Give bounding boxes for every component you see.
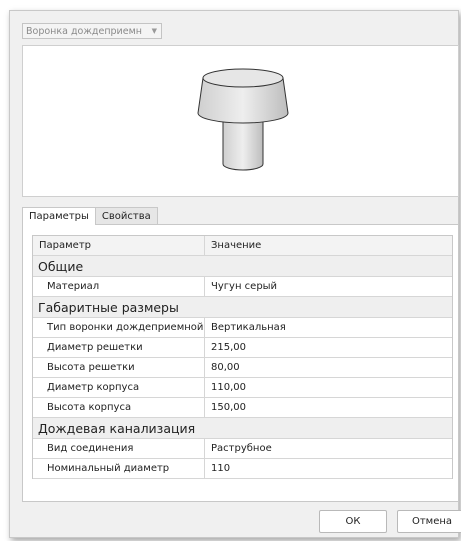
group-dimensions[interactable]: Габаритные размеры	[33, 297, 452, 318]
param-name: Номинальный диаметр	[33, 459, 205, 478]
table-row[interactable]: Высота решетки 80,00	[33, 358, 452, 378]
group-label: Дождевая канализация	[38, 420, 196, 436]
param-value[interactable]: 215,00	[205, 338, 452, 357]
table-row[interactable]: Высота корпуса 150,00	[33, 398, 452, 418]
group-label: Общие	[38, 258, 84, 274]
table-row[interactable]: Материал Чугун серый	[33, 277, 452, 297]
param-name: Вид соединения	[33, 439, 205, 458]
model-preview[interactable]	[22, 45, 459, 197]
group-general[interactable]: Общие	[33, 256, 452, 277]
table-row[interactable]: Номинальный диаметр 110	[33, 459, 452, 479]
tab-properties[interactable]: Свойства	[94, 207, 158, 224]
column-header-value[interactable]: Значение	[205, 236, 452, 255]
tab-bar: Параметры Свойства	[22, 207, 158, 225]
family-type-dropdown[interactable]: Воронка дождеприемн ▼	[22, 23, 162, 39]
param-value[interactable]: Чугун серый	[205, 277, 452, 296]
param-value[interactable]: 110	[205, 459, 452, 478]
column-header-parameter[interactable]: Параметр	[33, 236, 205, 255]
group-label: Габаритные размеры	[38, 299, 179, 315]
parameters-grid: Параметр Значение Общие Материал Чугун с…	[32, 235, 453, 479]
param-name: Высота решетки	[33, 358, 205, 377]
table-row[interactable]: Тип воронки дождеприемной Вертикальная	[33, 318, 452, 338]
param-name: Тип воронки дождеприемной	[33, 318, 205, 337]
family-dialog: Воронка дождеприемн ▼ Параметры Свойства	[9, 10, 461, 538]
family-type-value: Воронка дождеприемн	[26, 25, 142, 37]
param-value[interactable]: 110,00	[205, 378, 452, 397]
param-value[interactable]: Вертикальная	[205, 318, 452, 337]
param-value[interactable]: 150,00	[205, 398, 452, 417]
param-value[interactable]: 80,00	[205, 358, 452, 377]
tab-parameters[interactable]: Параметры	[22, 207, 96, 225]
param-name: Диаметр решетки	[33, 338, 205, 357]
param-name: Материал	[33, 277, 205, 296]
param-name: Диаметр корпуса	[33, 378, 205, 397]
cancel-button[interactable]: Отмена	[397, 510, 461, 533]
ok-button[interactable]: ОК	[319, 510, 387, 533]
table-row[interactable]: Диаметр корпуса 110,00	[33, 378, 452, 398]
funnel-3d-icon	[197, 68, 289, 171]
param-value[interactable]: Раструбное	[205, 439, 452, 458]
param-name: Высота корпуса	[33, 398, 205, 417]
table-row[interactable]: Диаметр решетки 215,00	[33, 338, 452, 358]
grid-header: Параметр Значение	[33, 236, 452, 256]
table-row[interactable]: Вид соединения Раструбное	[33, 439, 452, 459]
chevron-down-icon: ▼	[151, 27, 157, 35]
parameters-panel: Параметр Значение Общие Материал Чугун с…	[22, 224, 459, 502]
group-storm-sewer[interactable]: Дождевая канализация	[33, 418, 452, 439]
